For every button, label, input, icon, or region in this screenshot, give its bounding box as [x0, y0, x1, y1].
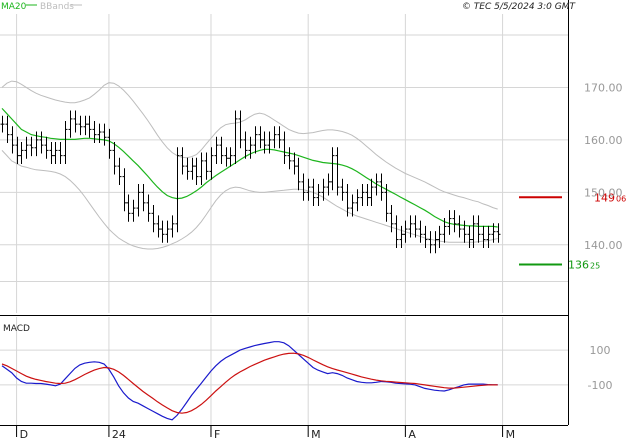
support-label: 13625 [568, 258, 600, 271]
legend-ma20: MA20 [1, 2, 27, 12]
price-tick-label: 160.00 [584, 134, 623, 147]
bb-upper-line [1, 80, 498, 210]
chart-frame [0, 0, 569, 437]
macd-title: MACD [3, 324, 30, 334]
x-tick-label: 24 [112, 428, 126, 440]
x-tick-label: M [311, 428, 321, 440]
price-levels: 1490613625 [519, 191, 626, 271]
ma20-path [1, 107, 498, 228]
price-tick-label: 140.00 [584, 239, 623, 252]
copyright-stamp: © TEC 5/5/2024 3:0 GMT [462, 2, 577, 12]
x-tick-label: M [506, 428, 515, 440]
price-tick-label: 150.00 [584, 186, 623, 199]
stock-chart: 1490613625 170.00 160.00 150.00 140.00 100 -1… [0, 0, 626, 440]
x-tick-label: F [214, 428, 220, 440]
x-tick-label: A [408, 428, 416, 440]
macd-series-macd [1, 341, 498, 421]
ma20-line [1, 107, 498, 228]
macd-tick-label: -100 [588, 379, 613, 392]
price-tick-label: 170.00 [584, 81, 623, 94]
axis-labels: 170.00 160.00 150.00 140.00 100 -100 D 24 F M A M [20, 81, 623, 440]
bollinger-bands [1, 80, 498, 250]
legend-bbands: BBands [40, 2, 74, 12]
macd-grid [0, 317, 568, 425]
macd-lines [1, 341, 498, 421]
x-tick-label: D [20, 428, 28, 440]
support-label-frac: 25 [590, 261, 600, 270]
macd-series-signal [1, 352, 498, 414]
bb-lower-line [1, 150, 498, 250]
macd-tick-label: 100 [590, 344, 611, 357]
